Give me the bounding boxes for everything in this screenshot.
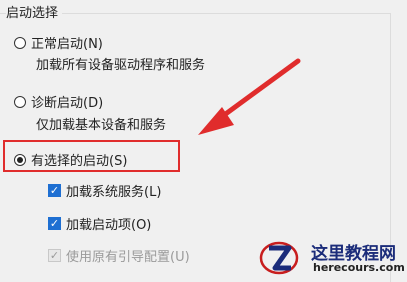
group-title: 启动选择 — [6, 2, 63, 21]
radio-selective-startup[interactable]: 有选择的启动(S) — [14, 150, 127, 169]
checkmark-icon[interactable]: ✓ — [48, 217, 61, 230]
watermark-url: herecours.com — [313, 261, 405, 274]
watermark: 这里教程网 herecours.com — [257, 236, 405, 280]
radio-diagnostic-startup[interactable]: 诊断启动(D) — [14, 92, 103, 111]
checkbox-load-services[interactable]: ✓ 加载系统服务(L) — [48, 181, 161, 200]
checkmark-icon: ✓ — [48, 249, 61, 262]
radio-selective-label: 有选择的启动(S) — [31, 154, 128, 169]
radio-button[interactable] — [14, 36, 26, 49]
checkmark-icon[interactable]: ✓ — [48, 184, 61, 197]
radio-button[interactable] — [14, 153, 26, 166]
load-startup-label: 加载启动项(O) — [66, 218, 152, 233]
radio-diagnostic-label: 诊断启动(D) — [31, 96, 104, 111]
radio-normal-label: 正常启动(N) — [31, 37, 103, 52]
radio-button[interactable] — [14, 95, 26, 108]
red-arrow-icon — [198, 58, 301, 135]
checkbox-load-startup[interactable]: ✓ 加载启动项(O) — [48, 214, 151, 233]
checkbox-use-original-boot: ✓ 使用原有引导配置(U) — [48, 246, 190, 265]
radio-normal-startup[interactable]: 正常启动(N) — [14, 33, 103, 52]
use-original-label: 使用原有引导配置(U) — [66, 250, 190, 265]
load-services-label: 加载系统服务(L) — [66, 185, 162, 200]
normal-description: 加载所有设备驱动程序和服务 — [36, 58, 206, 73]
diagnostic-description: 仅加载基本设备和服务 — [36, 118, 167, 133]
watermark-logo-icon — [259, 241, 299, 275]
